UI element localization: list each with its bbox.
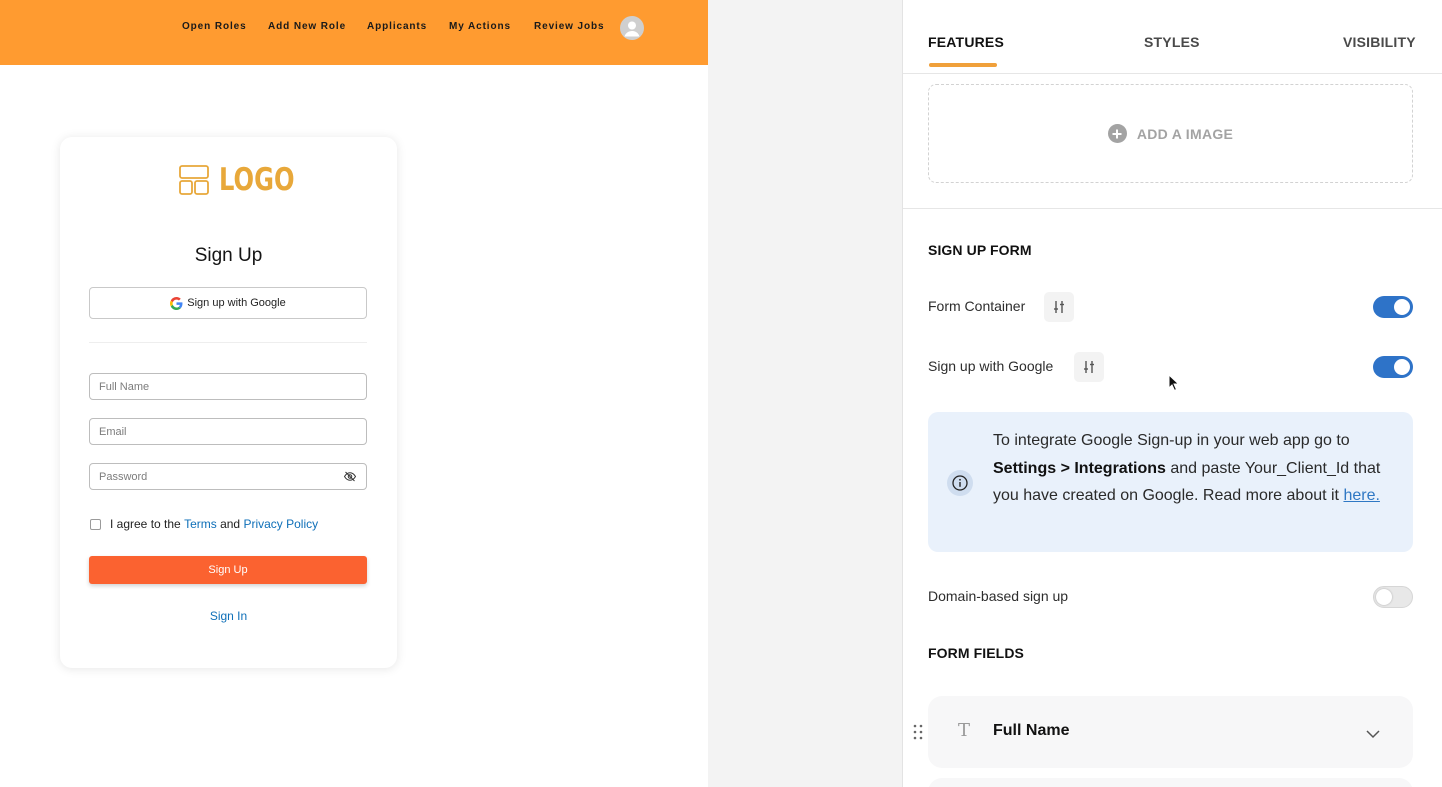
tab-features[interactable]: FEATURES [928, 34, 1004, 50]
google-icon [170, 296, 183, 310]
user-avatar-icon[interactable] [620, 16, 644, 40]
nav-open-roles[interactable]: Open Roles [182, 21, 247, 32]
form-field-name: Full Name [993, 722, 1070, 739]
google-signup-button[interactable]: Sign up with Google [89, 287, 367, 319]
info-settings-path: Settings > Integrations [993, 459, 1166, 477]
section-divider [903, 208, 1442, 209]
full-name-input[interactable]: Full Name [89, 373, 367, 400]
password-placeholder: Password [99, 470, 148, 483]
agree-terms-row: I agree to the Terms and Privacy Policy [90, 517, 318, 531]
chevron-down-icon[interactable] [1365, 726, 1381, 744]
email-placeholder: Email [99, 425, 127, 438]
toggle-knob [1394, 359, 1410, 375]
toggle-knob [1376, 589, 1392, 605]
signup-submit-button[interactable]: Sign Up [89, 556, 367, 584]
nav-applicants[interactable]: Applicants [367, 21, 427, 32]
signup-card: LOGO Sign Up Sign up with Google Full Na… [60, 137, 397, 668]
google-signup-settings-button[interactable] [1074, 352, 1104, 382]
info-read-more-link[interactable]: here. [1343, 487, 1379, 504]
preview-canvas: Open Roles Add New Role Applicants My Ac… [0, 0, 708, 787]
agree-and: and [220, 517, 241, 531]
logo-icon [179, 165, 209, 195]
info-text: To integrate Google Sign-up in your web … [993, 427, 1398, 510]
nav-add-new-role[interactable]: Add New Role [268, 21, 346, 32]
password-input[interactable]: Password [89, 463, 367, 490]
tab-styles[interactable]: STYLES [1144, 34, 1200, 50]
eye-off-icon[interactable] [343, 471, 357, 485]
top-navigation: Open Roles Add New Role Applicants My Ac… [0, 0, 708, 65]
panel-tabs: FEATURES STYLES VISIBILITY [903, 0, 1442, 74]
agree-prefix: I agree to the [110, 517, 181, 531]
full-name-placeholder: Full Name [99, 380, 150, 393]
plus-circle-icon [1107, 124, 1127, 143]
canvas-gutter [708, 0, 902, 787]
info-icon [947, 470, 973, 496]
agree-checkbox[interactable] [90, 518, 101, 530]
signup-title: Sign Up [194, 245, 263, 266]
active-tab-indicator [929, 63, 997, 67]
mouse-cursor-icon [1168, 373, 1180, 397]
signup-form-heading: SIGN UP FORM [928, 242, 1032, 258]
form-field-item-full-name[interactable]: T Full Name [928, 696, 1413, 768]
add-image-dropzone[interactable]: ADD A IMAGE [928, 84, 1413, 183]
logo-text: LOGO [219, 162, 295, 198]
signin-link[interactable]: Sign In [60, 609, 397, 623]
domain-signup-toggle[interactable] [1373, 586, 1413, 608]
nav-review-jobs[interactable]: Review Jobs [534, 21, 604, 32]
sliders-icon [1084, 361, 1094, 373]
toggle-knob [1394, 299, 1410, 315]
domain-signup-label: Domain-based sign up [928, 588, 1069, 604]
google-signup-toggle[interactable] [1373, 356, 1413, 378]
tab-visibility[interactable]: VISIBILITY [1343, 34, 1416, 50]
logo: LOGO [179, 162, 316, 198]
info-line1: To integrate Google Sign-up in your web … [993, 432, 1350, 449]
form-container-toggle[interactable] [1373, 296, 1413, 318]
add-image-label: ADD A IMAGE [1136, 125, 1234, 142]
drag-handle-icon[interactable] [913, 724, 923, 745]
form-container-label: Form Container [928, 298, 1026, 314]
google-signup-setting-label: Sign up with Google [928, 358, 1054, 374]
form-container-settings-button[interactable] [1044, 292, 1074, 322]
nav-my-actions[interactable]: My Actions [449, 21, 511, 32]
text-field-icon: T [958, 720, 971, 741]
email-input[interactable]: Email [89, 418, 367, 445]
form-field-item[interactable] [928, 778, 1413, 787]
google-signup-label: Sign up with Google [187, 297, 286, 309]
divider [89, 342, 367, 343]
privacy-policy-link[interactable]: Privacy Policy [243, 517, 318, 531]
terms-link[interactable]: Terms [184, 517, 217, 531]
google-integration-info: To integrate Google Sign-up in your web … [928, 412, 1413, 552]
form-fields-heading: FORM FIELDS [928, 645, 1024, 661]
sliders-icon [1054, 301, 1064, 313]
